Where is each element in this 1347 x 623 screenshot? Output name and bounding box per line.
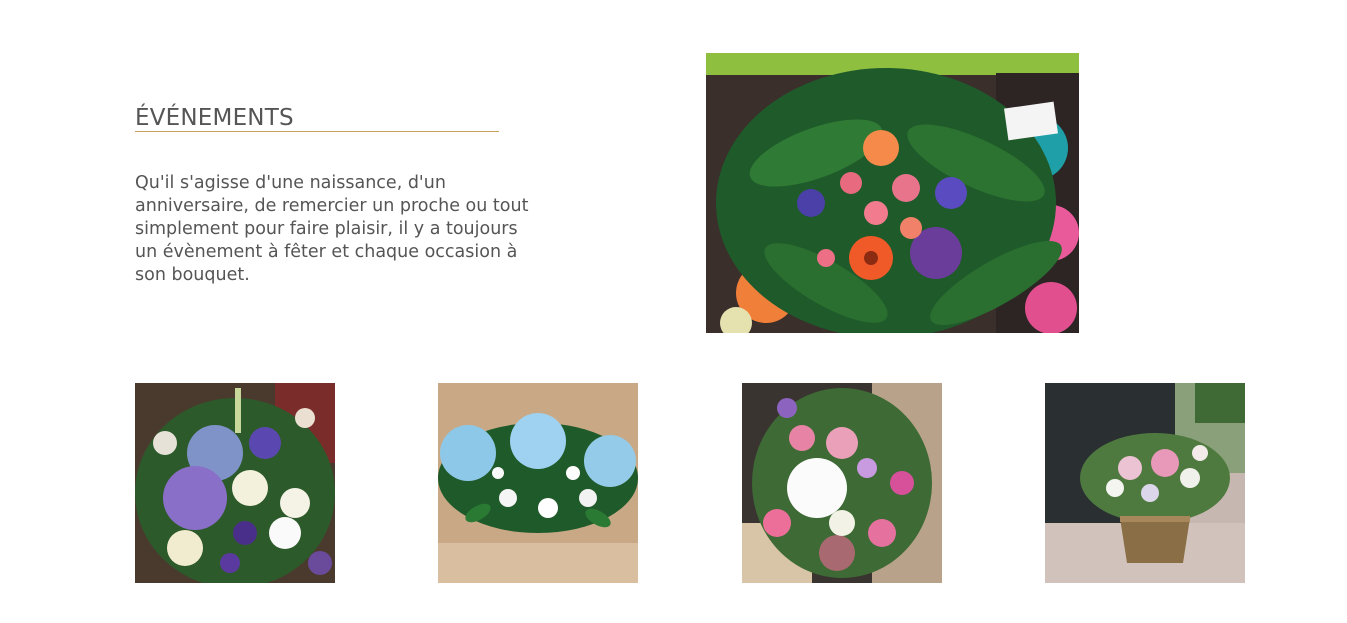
title-underline [135, 131, 499, 132]
gallery-thumbnail-3[interactable] [742, 383, 942, 583]
section-title: ÉVÉNEMENTS [135, 105, 294, 131]
section-description: Qu'il s'agisse d'une naissance, d'un ann… [135, 173, 529, 285]
main-bouquet-photo[interactable] [706, 53, 1079, 333]
gallery-thumbnail-2[interactable] [438, 383, 638, 583]
gallery-thumbnail-4[interactable] [1045, 383, 1245, 583]
gallery-thumbnail-1[interactable] [135, 383, 335, 583]
